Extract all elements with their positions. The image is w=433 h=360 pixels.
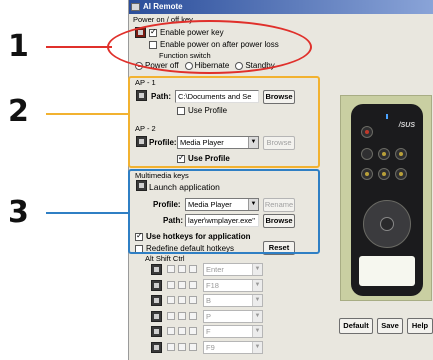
shift-checkbox[interactable] [178, 265, 186, 273]
window-title: AI Remote [143, 2, 183, 11]
callout-1: 1 [8, 29, 29, 64]
chevron-down-icon[interactable]: ▼ [252, 295, 262, 306]
default-button[interactable]: Default [339, 318, 373, 334]
ctrl-checkbox[interactable] [189, 296, 197, 304]
remote-key-icon [378, 168, 390, 180]
hotkey-key-select[interactable]: Enter ▼ [203, 263, 263, 276]
alt-checkbox[interactable] [167, 280, 175, 289]
save-button[interactable]: Save [377, 318, 403, 334]
hotkey-row: F18 ▼ [151, 278, 291, 292]
chevron-down-icon[interactable]: ▼ [252, 326, 262, 337]
chevron-down-icon[interactable]: ▼ [252, 310, 262, 322]
shift-checkbox[interactable] [178, 342, 186, 351]
status-led-icon [386, 114, 388, 119]
hotkey-key-value: Enter [206, 265, 224, 274]
remote-key-icon [361, 168, 373, 180]
chevron-down-icon[interactable]: ▼ [252, 279, 262, 291]
hotkey-key-select[interactable]: B ▼ [203, 294, 263, 307]
power-button-icon [361, 126, 373, 138]
shift-checkbox[interactable] [178, 280, 186, 289]
chevron-down-icon[interactable]: ▼ [252, 264, 262, 275]
highlight-multimedia-section [128, 169, 320, 254]
hotkey-key-select[interactable]: F ▼ [203, 325, 263, 338]
shift-checkbox[interactable] [178, 311, 186, 320]
ctrl-checkbox[interactable] [189, 311, 197, 320]
chevron-down-icon[interactable]: ▼ [252, 341, 262, 353]
hotkey-row: B ▼ [151, 294, 291, 307]
hotkey-row: Enter ▼ [151, 263, 291, 276]
hotkey-key-value: F9 [206, 342, 215, 352]
ctrl-checkbox[interactable] [189, 280, 197, 289]
hotkey-key-value: F [206, 327, 211, 336]
callout-2: 2 [8, 94, 29, 129]
remote-key-icon [361, 148, 373, 160]
hotkey-row: F9 ▼ [151, 340, 291, 354]
remote-key-icon [378, 148, 390, 160]
callout-2-line [46, 113, 128, 115]
hotkey-row: P ▼ [151, 309, 291, 323]
modifiers-header: Alt Shift Ctrl [145, 254, 185, 263]
play-icon [151, 264, 162, 275]
remote-image-panel: /SUS [340, 95, 432, 301]
alt-checkbox[interactable] [167, 327, 175, 335]
alt-checkbox[interactable] [167, 265, 175, 273]
highlight-power-section [107, 20, 312, 74]
help-button[interactable]: Help [407, 318, 433, 334]
remote-control-image: /SUS [351, 104, 423, 296]
alt-checkbox[interactable] [167, 296, 175, 304]
callout-1-line [46, 46, 112, 48]
next-icon [151, 310, 162, 322]
hotkey-key-value: P [206, 311, 212, 321]
hotkey-row: F ▼ [151, 325, 291, 338]
play-pause-icon [380, 217, 394, 231]
hotkey-key-value: F18 [206, 280, 219, 290]
volume-icon [151, 341, 162, 353]
title-bar: AI Remote [129, 0, 433, 14]
direction-pad-icon [363, 200, 411, 248]
remote-display [359, 256, 415, 286]
remote-key-icon [395, 168, 407, 180]
forward-icon [151, 326, 162, 337]
ctrl-checkbox[interactable] [189, 265, 197, 273]
highlight-ap-section [128, 76, 320, 168]
ctrl-checkbox[interactable] [189, 342, 197, 351]
stop-icon [151, 279, 162, 291]
shift-checkbox[interactable] [178, 327, 186, 335]
remote-key-icon [395, 148, 407, 160]
hotkey-key-value: B [206, 296, 212, 305]
hotkey-key-select[interactable]: F9 ▼ [203, 340, 263, 354]
alt-checkbox[interactable] [167, 342, 175, 351]
alt-checkbox[interactable] [167, 311, 175, 320]
callout-3-line [46, 212, 128, 214]
prev-icon [151, 295, 162, 306]
hotkey-key-select[interactable]: P ▼ [203, 309, 263, 323]
app-icon [131, 3, 140, 11]
callout-3: 3 [8, 195, 29, 230]
ctrl-checkbox[interactable] [189, 327, 197, 335]
brand-logo: /SUS [398, 122, 415, 129]
shift-checkbox[interactable] [178, 296, 186, 304]
hotkey-key-select[interactable]: F18 ▼ [203, 278, 263, 292]
